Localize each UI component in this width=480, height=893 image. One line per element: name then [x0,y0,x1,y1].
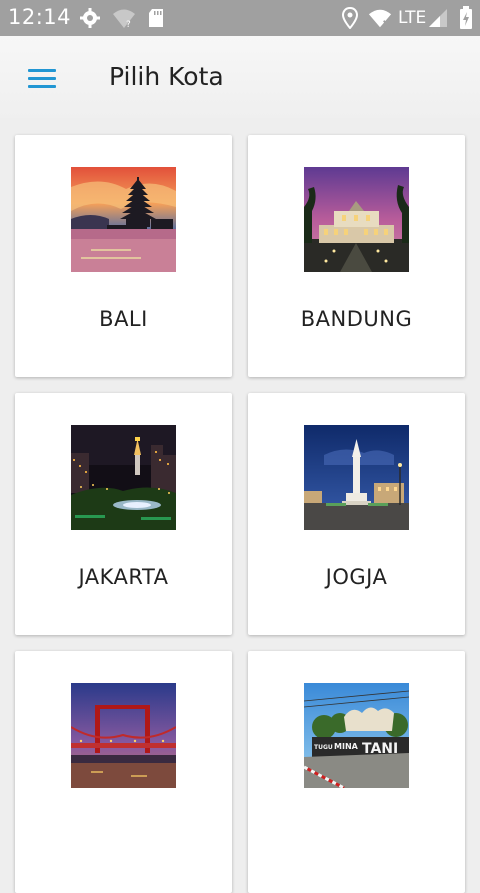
city-card-mina-tani[interactable]: TUGU MINA TANI [248,651,465,893]
city-card-bali[interactable]: BALI [15,135,232,377]
palembang-bridge-image [71,683,176,788]
city-card-bandung[interactable]: BANDUNG [248,135,465,377]
city-card-jakarta[interactable]: JAKARTA [15,393,232,635]
city-grid: BALI BANDUNG JAKARTA JOGJA TUGU MINA TAN… [0,0,480,893]
city-name-label: JOGJA [325,565,388,589]
bandung-building-image [304,167,409,272]
city-card-bridge[interactable] [15,651,232,893]
mina-tani-monument-image: TUGU MINA TANI [304,683,409,788]
jakarta-monas-image [71,425,176,530]
city-name-label: BANDUNG [300,307,413,331]
bali-temple-image [71,167,176,272]
jogja-tugu-image [304,425,409,530]
city-name-label: JAKARTA [78,565,169,589]
city-name-label: BALI [99,307,148,331]
city-card-jogja[interactable]: JOGJA [248,393,465,635]
svg-text:MINA: MINA [334,742,359,751]
svg-text:TUGU: TUGU [314,744,333,751]
